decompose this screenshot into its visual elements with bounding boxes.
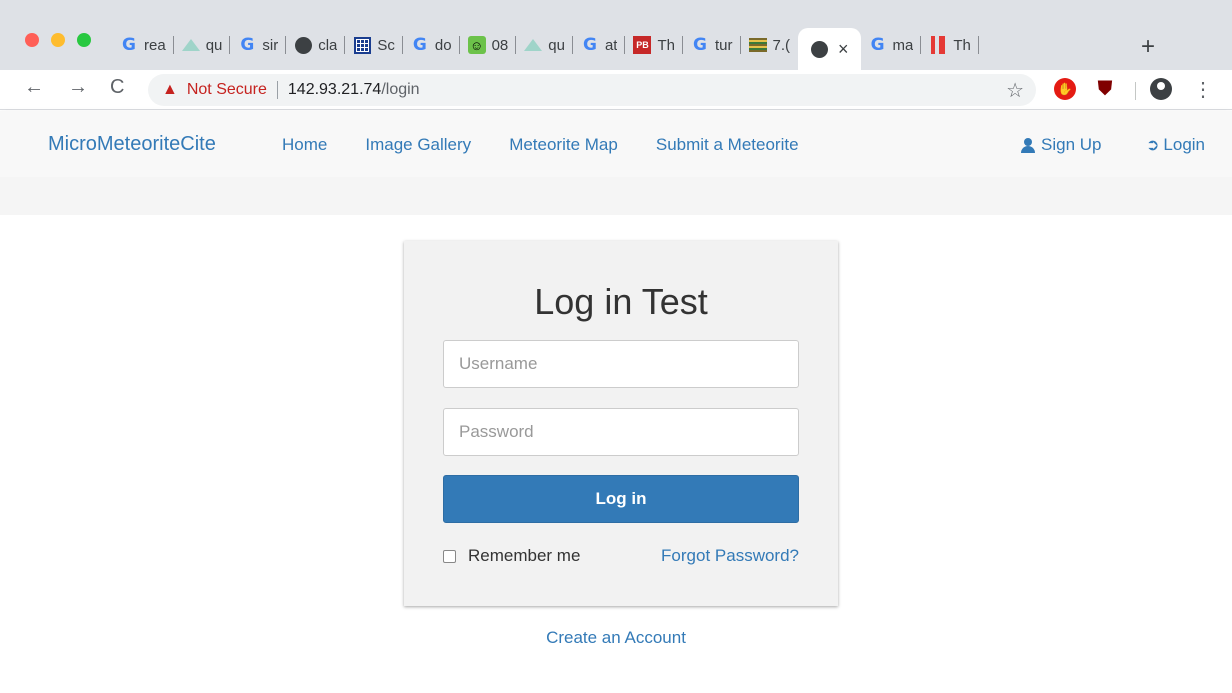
- site-navbar: MicroMeteoriteCite Home Image Gallery Me…: [0, 111, 1232, 177]
- google-icon: G: [582, 35, 597, 55]
- password-input[interactable]: [443, 408, 799, 456]
- browser-tab[interactable]: ☺ 08: [460, 28, 517, 62]
- browser-tab[interactable]: G do: [403, 28, 460, 62]
- create-account-link[interactable]: Create an Account: [0, 628, 1232, 648]
- forgot-password-link[interactable]: Forgot Password?: [661, 546, 799, 566]
- tab-title: 08: [491, 36, 509, 54]
- browser-tab[interactable]: G at: [573, 28, 626, 62]
- google-icon: G: [412, 35, 427, 55]
- tab-title: rea: [144, 36, 166, 54]
- ublock-shield-icon[interactable]: ⛊: [1094, 78, 1116, 100]
- page-title: Log in Test: [534, 281, 708, 322]
- close-tab-icon[interactable]: ×: [838, 39, 849, 60]
- google-icon: G: [122, 35, 136, 55]
- forward-arrow-icon[interactable]: →: [68, 76, 88, 99]
- browser-tab[interactable]: G tur: [683, 28, 741, 62]
- new-tab-button[interactable]: +: [1141, 33, 1155, 61]
- remember-me-label: Remember me: [468, 546, 581, 565]
- tab-title: tur: [715, 36, 733, 54]
- back-arrow-icon[interactable]: ←: [24, 76, 44, 99]
- browser-tab-active[interactable]: ×: [798, 28, 861, 70]
- tab-title: do: [434, 36, 452, 54]
- browser-tab[interactable]: qu: [174, 28, 231, 62]
- nav-link-submit-meteorite[interactable]: Submit a Meteorite: [656, 135, 799, 155]
- browser-tab[interactable]: Sc: [345, 28, 403, 62]
- brand-link[interactable]: MicroMeteoriteCite: [48, 133, 216, 156]
- remember-me-checkbox[interactable]: [443, 549, 456, 563]
- login-link[interactable]: ➲ Login: [1146, 135, 1205, 155]
- browser-tab[interactable]: Th: [921, 28, 979, 62]
- security-status[interactable]: Not Secure: [187, 81, 267, 99]
- maximize-window-button[interactable]: [77, 33, 91, 47]
- user-icon: [1021, 137, 1035, 153]
- browser-tab[interactable]: G sir: [230, 28, 287, 62]
- profile-avatar-icon[interactable]: [1150, 78, 1172, 100]
- nav-links: Home Image Gallery Meteorite Map Submit …: [282, 135, 837, 155]
- nav-link-home[interactable]: Home: [282, 135, 327, 155]
- bars-icon: [929, 36, 947, 54]
- browser-tab-strip: G rea qu G sir cla Sc G do ☺ 08 qu G at …: [0, 0, 1232, 70]
- grid-icon: [353, 36, 371, 54]
- remember-me[interactable]: Remember me: [443, 546, 580, 566]
- triangle-icon: [524, 36, 543, 54]
- minimize-window-button[interactable]: [51, 33, 65, 47]
- create-account-label[interactable]: Create an Account: [546, 628, 686, 647]
- tab-title: qu: [548, 36, 565, 54]
- stop-extension-icon[interactable]: ✋: [1054, 78, 1076, 100]
- tab-title: qu: [205, 36, 223, 54]
- username-input[interactable]: [443, 340, 799, 388]
- google-icon: G: [240, 35, 255, 55]
- browser-tab[interactable]: qu: [516, 28, 573, 62]
- tab-title: sir: [262, 36, 279, 54]
- google-icon: G: [870, 35, 885, 55]
- globe-icon: [294, 36, 312, 54]
- address-bar[interactable]: ▲ Not Secure 142.93.21.74/login ☆: [148, 74, 1036, 106]
- bookmark-star-icon[interactable]: ☆: [1006, 78, 1024, 103]
- browser-tab[interactable]: cla: [286, 28, 346, 62]
- smiley-icon: ☺: [467, 36, 486, 54]
- warning-icon[interactable]: ▲: [162, 81, 178, 99]
- login-card: Log in Test Log in Remember me Forgot Pa…: [404, 241, 838, 606]
- tab-title: Sc: [377, 36, 395, 54]
- books-icon: [748, 36, 767, 54]
- sub-header-band: [0, 177, 1232, 215]
- browser-toolbar: ← → C ▲ Not Secure 142.93.21.74/login ☆ …: [0, 70, 1232, 110]
- tab-title: Th: [657, 36, 675, 54]
- signup-link[interactable]: Sign Up: [1021, 135, 1101, 155]
- browser-tab[interactable]: PB Th: [625, 28, 683, 62]
- url-path[interactable]: /login: [381, 81, 419, 99]
- reload-icon[interactable]: C: [110, 76, 124, 99]
- browser-tab[interactable]: G rea: [112, 28, 174, 62]
- tab-title: at: [604, 36, 618, 54]
- google-icon: G: [693, 35, 707, 55]
- globe-icon: [810, 40, 828, 58]
- nav-link-meteorite-map[interactable]: Meteorite Map: [509, 135, 618, 155]
- login-icon: ➲: [1146, 137, 1160, 154]
- tab-title: 7.(: [772, 36, 791, 54]
- close-window-button[interactable]: [25, 33, 39, 47]
- signup-label: Sign Up: [1041, 135, 1102, 154]
- browser-menu-icon[interactable]: ⋮: [1192, 78, 1214, 101]
- nav-link-image-gallery[interactable]: Image Gallery: [365, 135, 471, 155]
- browser-tab[interactable]: 7.(: [741, 28, 799, 62]
- triangle-icon: [181, 36, 200, 54]
- tab-list: G rea qu G sir cla Sc G do ☺ 08 qu G at …: [112, 28, 979, 70]
- tab-title: cla: [318, 36, 338, 54]
- browser-tab[interactable]: G ma: [861, 28, 922, 62]
- login-label: Login: [1163, 135, 1206, 154]
- login-button[interactable]: Log in: [443, 475, 799, 523]
- pb-icon: PB: [633, 36, 652, 54]
- tab-title: ma: [892, 36, 914, 54]
- tab-title: Th: [953, 36, 971, 54]
- url-host[interactable]: 142.93.21.74: [288, 81, 381, 99]
